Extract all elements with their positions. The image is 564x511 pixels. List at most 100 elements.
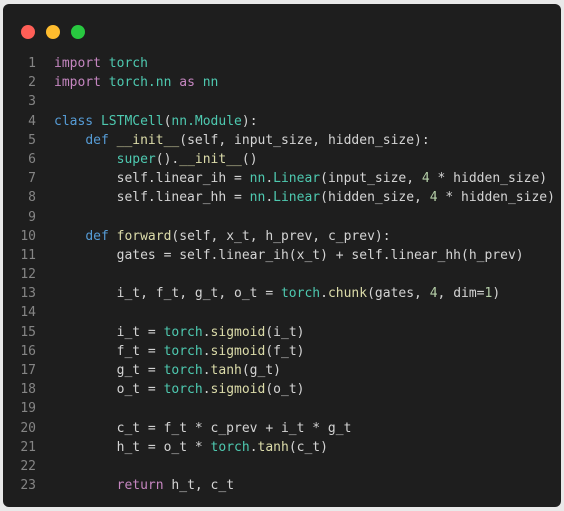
code-token: h_t, c_t — [163, 478, 235, 494]
code-token: __init__ — [179, 151, 242, 167]
code-token: . — [265, 171, 274, 187]
code-token: 4 — [429, 190, 438, 206]
code-text: o_t = torch.sigmoid(o_t) — [54, 380, 305, 399]
code-token: LSTMCell — [100, 113, 164, 129]
code-token: sigmoid — [210, 343, 266, 359]
code-token: tanh — [210, 363, 242, 378]
code-token: (input_size, — [320, 171, 422, 187]
code-token: (hidden_size, — [320, 190, 430, 206]
code-token: torch — [163, 363, 203, 378]
code-token: torch — [108, 56, 148, 71]
code-token: i_t, f_t, g_t, o_t = — [54, 286, 281, 302]
code-token: f_t = — [54, 343, 164, 359]
code-token: (). — [155, 151, 180, 167]
code-token: (self, input_size, hidden_size): — [179, 132, 430, 148]
line-number: 5 — [28, 132, 36, 148]
code-token: return — [116, 478, 164, 494]
minimize-dot-icon[interactable] — [46, 25, 60, 39]
code-line: 16 f_t = torch.sigmoid(f_t) — [3, 342, 561, 361]
code-token: . — [202, 382, 211, 398]
code-token: . — [320, 286, 328, 302]
code-token: (g_t) — [241, 363, 281, 378]
code-token: () — [241, 151, 258, 167]
maximize-dot-icon[interactable] — [71, 25, 85, 39]
code-token: . — [249, 439, 258, 455]
code-line: 4 class LSTMCell(nn.Module): — [3, 112, 561, 131]
code-token: Linear — [273, 190, 321, 206]
code-token: (gates, — [367, 286, 430, 302]
line-number: 7 — [28, 171, 36, 187]
line-number: 12 — [20, 267, 36, 283]
code-text: return h_t, c_t — [54, 476, 234, 495]
code-token: i_t = — [54, 324, 164, 340]
line-number: 18 — [20, 382, 36, 398]
code-token: (f_t) — [265, 343, 305, 359]
code-token: super — [116, 151, 156, 167]
code-line: 11 gates = self.linear_ih(x_t) + self.li… — [3, 246, 561, 265]
close-dot-icon[interactable] — [21, 25, 35, 39]
code-token: gates = self.linear_ih(x_t) + self.linea… — [54, 247, 524, 263]
code-line: 18 o_t = torch.sigmoid(o_t) — [3, 380, 561, 399]
code-token: nn — [202, 75, 219, 91]
code-token: nn — [249, 171, 266, 187]
code-text: def forward(self, x_t, h_prev, c_prev): — [54, 227, 390, 246]
code-token: . — [265, 190, 274, 206]
code-text: i_t = torch.sigmoid(i_t) — [54, 323, 305, 342]
code-text: self.linear_ih = nn.Linear(input_size, 4… — [54, 169, 548, 188]
code-token: import — [54, 56, 101, 71]
code-token: self.linear_hh = — [54, 190, 250, 206]
code-line: 21 h_t = o_t * torch.tanh(c_t) — [3, 438, 561, 457]
code-token: 4 — [421, 171, 430, 187]
code-text: super().__init__() — [54, 150, 258, 169]
code-token: * hidden_size) — [429, 171, 548, 187]
code-line: 3 — [3, 92, 561, 111]
code-token: nn.Module — [171, 113, 242, 129]
code-token: (i_t) — [265, 324, 305, 340]
code-line: 6 super().__init__() — [3, 150, 561, 169]
line-number: 4 — [28, 113, 36, 129]
line-number: 9 — [28, 209, 36, 225]
code-token: self.linear_ih = — [54, 171, 250, 187]
code-line: 17 g_t = torch.tanh(g_t) — [3, 361, 561, 380]
line-number: 13 — [20, 286, 36, 302]
code-text: class LSTMCell(nn.Module): — [54, 112, 258, 131]
title-bar — [3, 4, 561, 50]
line-number: 22 — [20, 458, 36, 474]
code-token: ) — [492, 286, 501, 302]
code-token: tanh — [257, 439, 289, 455]
code-token: (o_t) — [265, 382, 305, 398]
code-line: 9 — [3, 208, 561, 227]
line-number: 10 — [20, 228, 36, 244]
line-number: 17 — [20, 363, 36, 378]
code-token: torch — [163, 324, 203, 340]
code-token: __init__ — [116, 132, 180, 148]
code-token: . — [202, 363, 211, 378]
code-token: (c_t) — [288, 439, 328, 455]
line-number: 19 — [20, 401, 36, 417]
code-line: 2 import torch.nn as nn — [3, 73, 561, 92]
line-number: 14 — [20, 305, 36, 321]
code-line: 1 import torch — [3, 54, 561, 73]
code-token: * hidden_size) — [437, 190, 555, 206]
line-number: 2 — [28, 75, 36, 91]
line-number: 15 — [20, 324, 36, 340]
code-line: 10 def forward(self, x_t, h_prev, c_prev… — [3, 227, 561, 246]
code-token: nn — [249, 190, 266, 206]
code-line: 13 i_t, f_t, g_t, o_t = torch.chunk(gate… — [3, 284, 561, 303]
code-line: 15 i_t = torch.sigmoid(i_t) — [3, 323, 561, 342]
code-line: 19 — [3, 399, 561, 418]
code-line: 14 — [3, 303, 561, 322]
code-token: torch — [280, 286, 321, 302]
code-line: 8 self.linear_hh = nn.Linear(hidden_size… — [3, 188, 561, 207]
line-number: 20 — [20, 420, 36, 436]
code-editor[interactable]: 1 import torch 2 import torch.nn as nn 3 4 cla… — [3, 54, 561, 495]
code-text: i_t, f_t, g_t, o_t = torch.chunk(gates, … — [54, 284, 501, 303]
